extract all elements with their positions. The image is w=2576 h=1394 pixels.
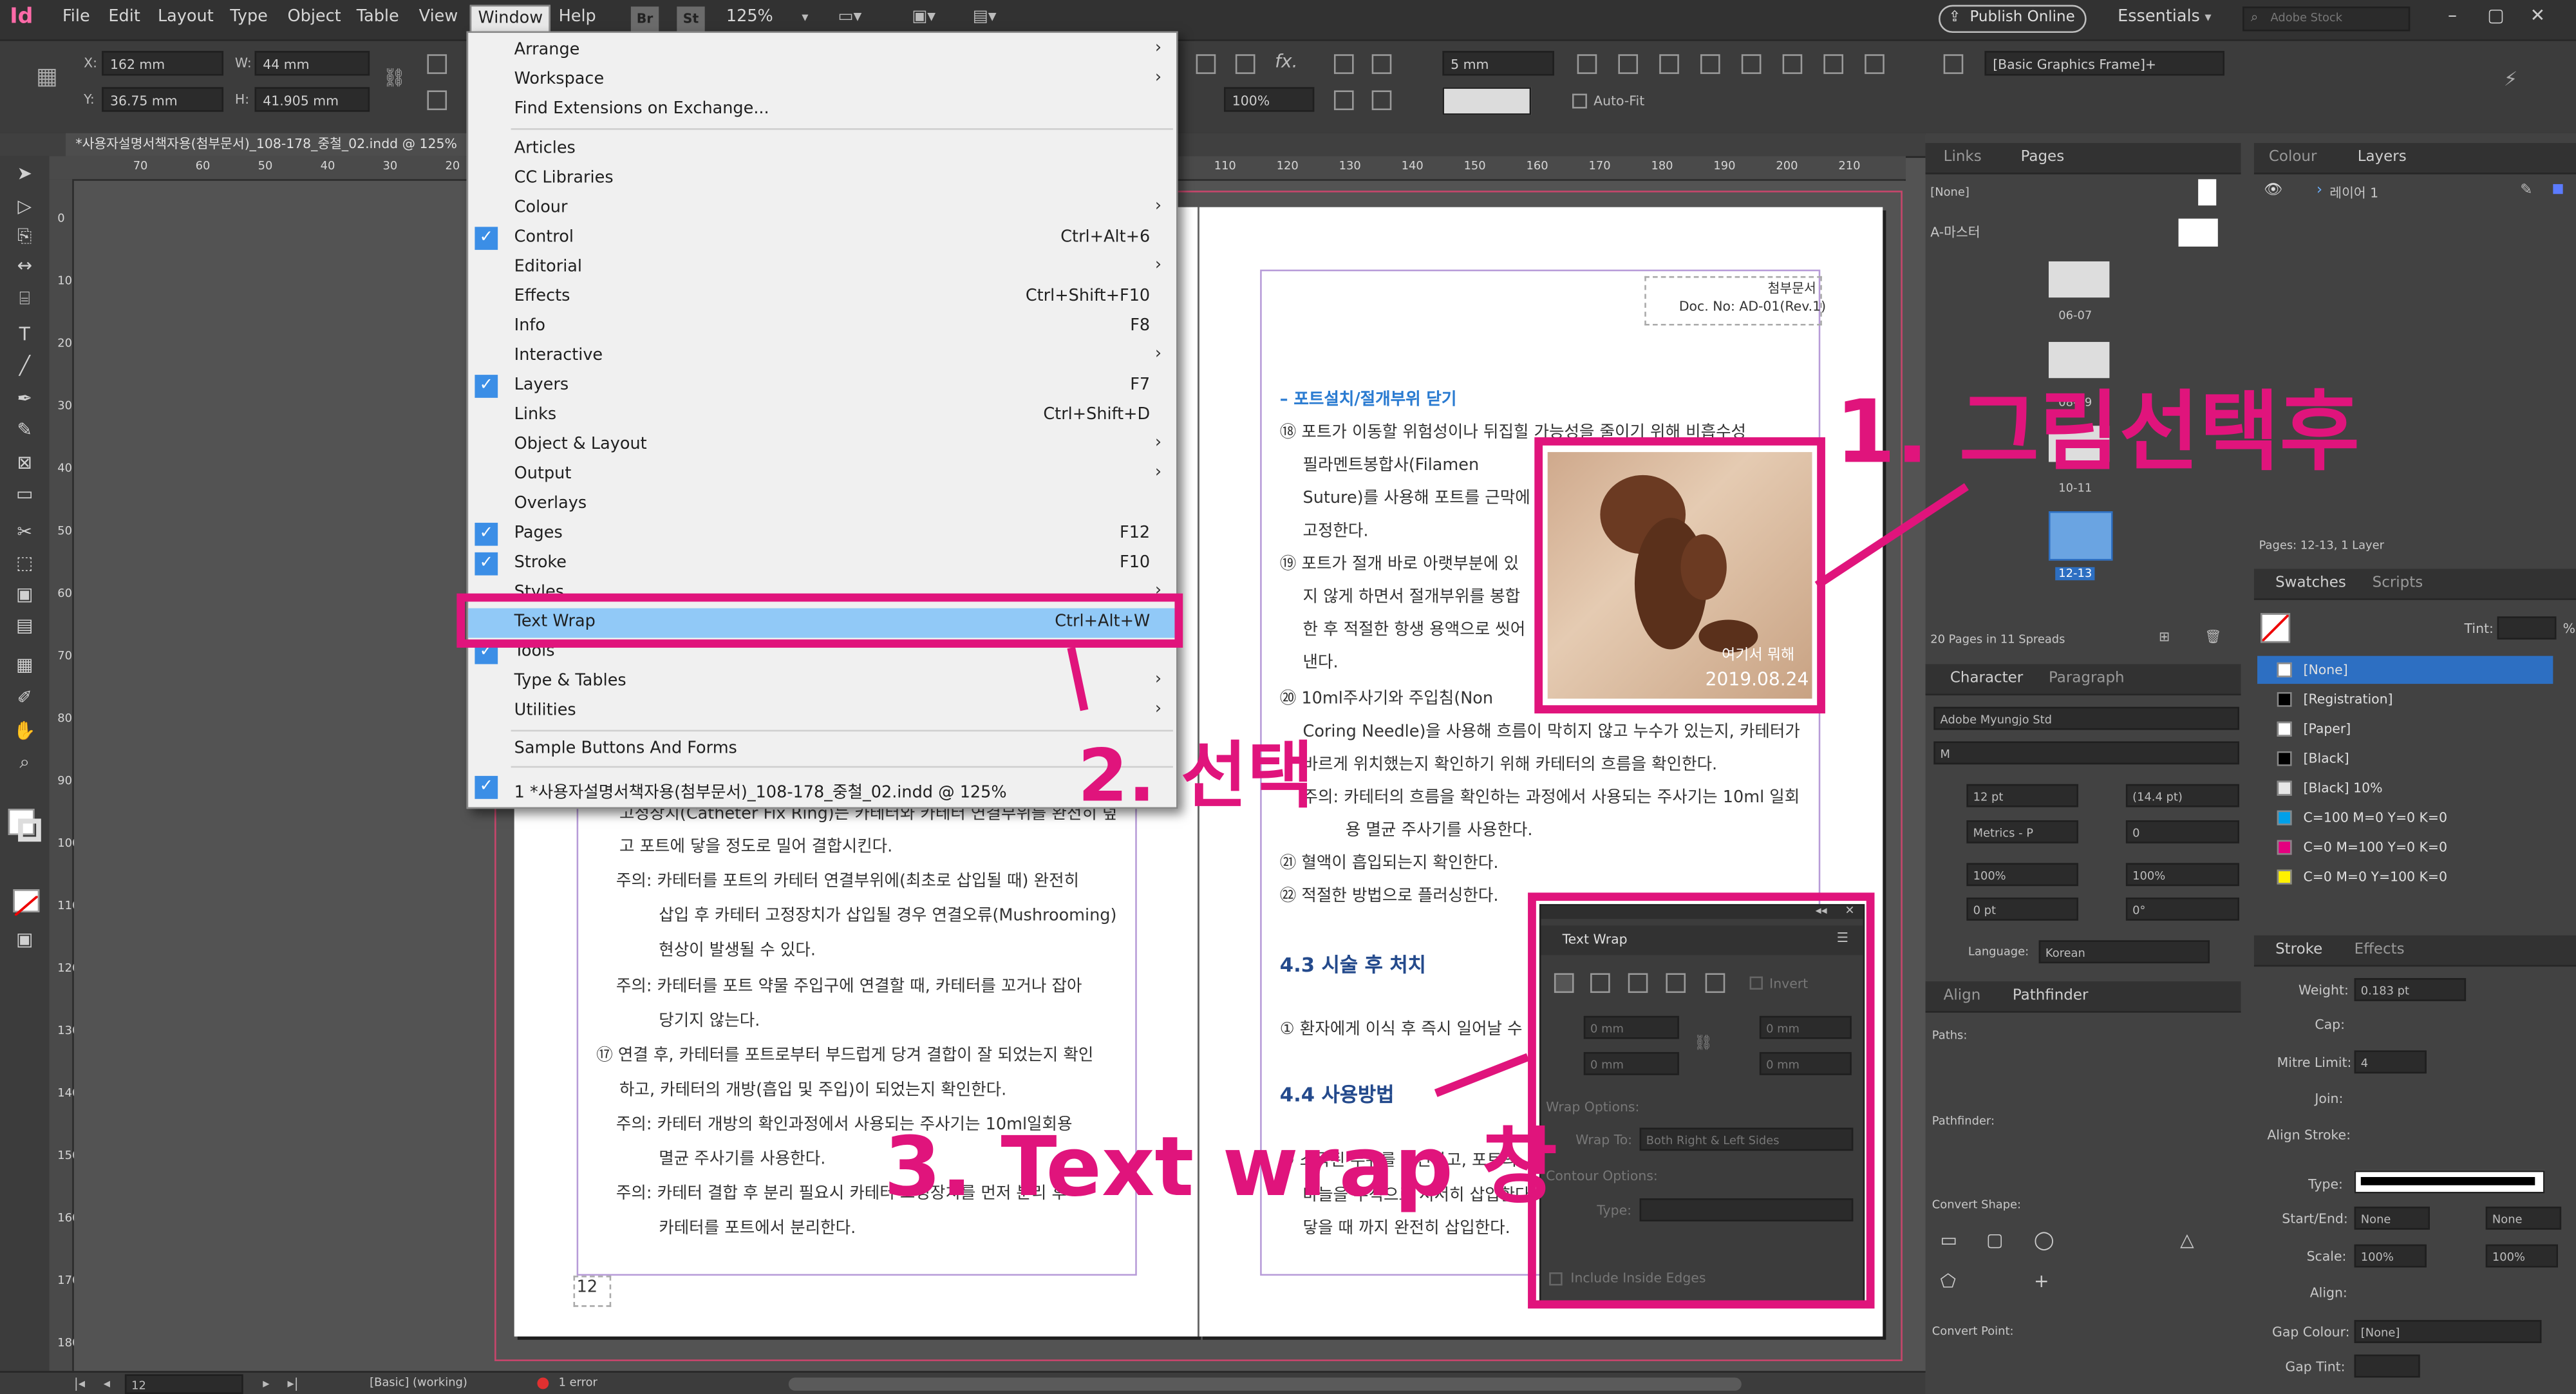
annotation-line-1 [1814,483,1969,589]
annotation-step-1: 1. 그림선택후 [1835,382,2360,484]
annotation-step-3: 3. Text wrap 창 [883,1119,1557,1215]
indesign-window: Id File Edit Layout Type Object Table Vi… [0,0,2576,1394]
annotation-line-2 [1067,646,1089,711]
annotation-line-3 [1434,1053,1530,1097]
annotation-step-2: 2. 선택 [1077,735,1314,819]
